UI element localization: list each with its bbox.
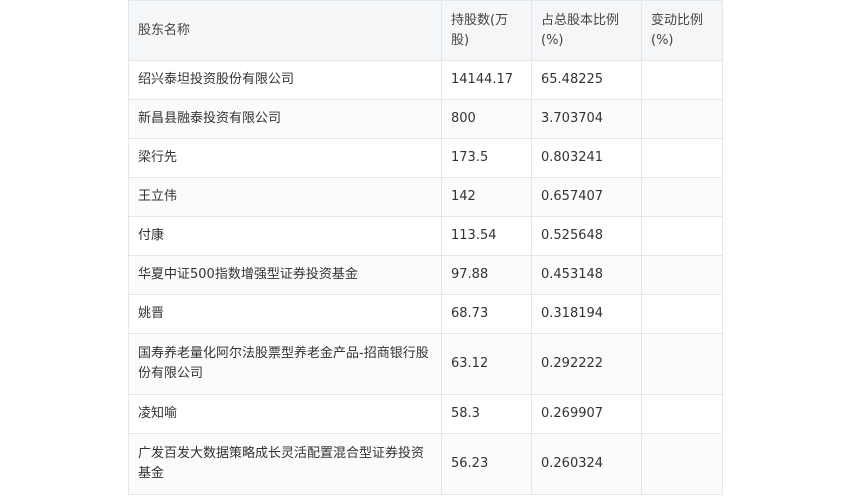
cell-name: 王立伟 [128,177,442,217]
cell-name: 梁行先 [128,138,442,178]
table-row: 广发百发大数据策略成长灵活配置混合型证券投资基金 56.23 0.260324 [128,433,723,495]
cell-ratio: 0.657407 [531,177,642,217]
table-row: 凌知喻 58.3 0.269907 [128,394,723,434]
cell-name: 国寿养老量化阿尔法股票型养老金产品-招商银行股份有限公司 [128,333,442,395]
cell-name: 新昌县融泰投资有限公司 [128,99,442,139]
cell-shares: 68.73 [441,294,532,334]
table-row: 新昌县融泰投资有限公司 800 3.703704 [128,99,723,139]
table-row: 绍兴泰坦投资股份有限公司 14144.17 65.48225 [128,60,723,100]
cell-shares: 63.12 [441,333,532,395]
cell-name: 付康 [128,216,442,256]
cell-change [641,138,723,178]
header-change: 变动比例(%) [641,0,723,61]
cell-ratio: 0.260324 [531,433,642,495]
cell-shares: 56.23 [441,433,532,495]
table-row: 付康 113.54 0.525648 [128,216,723,256]
cell-ratio: 0.292222 [531,333,642,395]
cell-shares: 14144.17 [441,60,532,100]
cell-name: 绍兴泰坦投资股份有限公司 [128,60,442,100]
cell-change [641,255,723,295]
shareholder-table-container: 股东名称 持股数(万股) 占总股本比例(%) 变动比例(%) 绍兴泰坦投资股份有… [128,0,723,495]
table-row: 王立伟 142 0.657407 [128,177,723,217]
header-ratio: 占总股本比例(%) [531,0,642,61]
table-row: 姚晋 68.73 0.318194 [128,294,723,334]
cell-change [641,60,723,100]
cell-ratio: 0.525648 [531,216,642,256]
cell-change [641,433,723,495]
cell-ratio: 0.269907 [531,394,642,434]
cell-change [641,294,723,334]
cell-change [641,333,723,395]
table-header-row: 股东名称 持股数(万股) 占总股本比例(%) 变动比例(%) [128,0,723,61]
cell-ratio: 65.48225 [531,60,642,100]
cell-shares: 58.3 [441,394,532,434]
cell-shares: 142 [441,177,532,217]
header-shares: 持股数(万股) [441,0,532,61]
cell-name: 广发百发大数据策略成长灵活配置混合型证券投资基金 [128,433,442,495]
cell-ratio: 0.453148 [531,255,642,295]
cell-change [641,99,723,139]
cell-name: 华夏中证500指数增强型证券投资基金 [128,255,442,295]
cell-ratio: 0.803241 [531,138,642,178]
cell-shares: 97.88 [441,255,532,295]
cell-name: 凌知喻 [128,394,442,434]
table-row: 华夏中证500指数增强型证券投资基金 97.88 0.453148 [128,255,723,295]
cell-change [641,177,723,217]
cell-change [641,394,723,434]
cell-name: 姚晋 [128,294,442,334]
cell-change [641,216,723,256]
cell-ratio: 0.318194 [531,294,642,334]
table-row: 梁行先 173.5 0.803241 [128,138,723,178]
cell-shares: 113.54 [441,216,532,256]
shareholder-table: 股东名称 持股数(万股) 占总股本比例(%) 变动比例(%) 绍兴泰坦投资股份有… [128,0,723,495]
cell-shares: 800 [441,99,532,139]
header-shareholder-name: 股东名称 [128,0,442,61]
table-row: 国寿养老量化阿尔法股票型养老金产品-招商银行股份有限公司 63.12 0.292… [128,333,723,395]
cell-shares: 173.5 [441,138,532,178]
cell-ratio: 3.703704 [531,99,642,139]
